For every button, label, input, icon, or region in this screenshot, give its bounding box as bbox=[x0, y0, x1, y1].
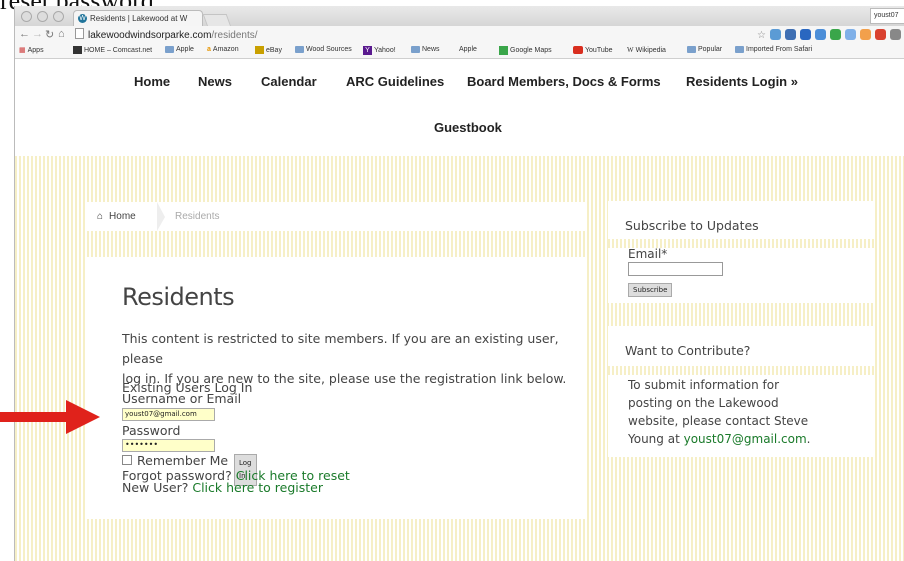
folder-icon bbox=[295, 46, 304, 53]
widget-band bbox=[608, 366, 874, 375]
site-header: Home News Calendar ARC Guidelines Board … bbox=[15, 59, 904, 157]
apps-grid-icon: ▦ bbox=[19, 47, 26, 54]
password-label: Password bbox=[122, 423, 181, 438]
maps-icon bbox=[499, 46, 508, 55]
breadcrumb-separator bbox=[157, 202, 165, 231]
zoom-window-button[interactable] bbox=[53, 11, 64, 22]
bookmark-imported[interactable]: Imported From Safari bbox=[735, 46, 812, 53]
menu-arc-guidelines[interactable]: ARC Guidelines bbox=[346, 74, 444, 89]
extension-icon[interactable] bbox=[815, 29, 826, 40]
email-label: Email* bbox=[628, 247, 668, 261]
forward-arrow-icon[interactable]: → bbox=[32, 28, 43, 40]
bookmark-yahoo[interactable]: Y Yahoo! bbox=[363, 46, 396, 55]
extension-icons: ☆ bbox=[757, 29, 901, 42]
back-arrow-icon[interactable]: ← bbox=[19, 28, 30, 40]
menu-board-members[interactable]: Board Members, Docs & Forms bbox=[467, 74, 661, 89]
page-title: Residents bbox=[122, 283, 235, 311]
navigation-bar: ← → ↻ ⌂ lakewoodwindsorparke.com/residen… bbox=[15, 26, 904, 43]
youtube-icon bbox=[573, 46, 583, 54]
folder-icon bbox=[165, 46, 174, 53]
breadcrumb-current: Residents bbox=[175, 211, 220, 222]
password-field[interactable]: ••••••• bbox=[122, 439, 215, 452]
address-bar[interactable]: lakewoodwindsorparke.com/residents/ ☆ bbox=[75, 28, 904, 41]
remember-me-checkbox[interactable] bbox=[122, 455, 132, 465]
bookmark-star-icon[interactable]: ☆ bbox=[757, 29, 766, 42]
folder-icon bbox=[735, 46, 744, 53]
bookmark-youtube[interactable]: YouTube bbox=[573, 46, 613, 54]
bookmark-ebay[interactable]: eBay bbox=[255, 46, 282, 54]
menu-home[interactable]: Home bbox=[134, 74, 170, 89]
yahoo-icon: Y bbox=[363, 46, 372, 55]
extension-icon[interactable] bbox=[770, 29, 781, 40]
bookmark-apple-2[interactable]: Apple bbox=[457, 46, 477, 53]
contact-email-link[interactable]: youst07@gmail.com bbox=[684, 432, 807, 446]
contribute-text: To submit information for posting on the… bbox=[628, 378, 811, 446]
comcast-icon bbox=[73, 46, 82, 54]
annotation-arrow bbox=[0, 400, 100, 434]
page-viewport: Home News Calendar ARC Guidelines Board … bbox=[15, 59, 904, 561]
extension-icon[interactable] bbox=[890, 29, 901, 40]
bookmark-news[interactable]: News bbox=[411, 46, 440, 53]
tab-title: Residents | Lakewood at W bbox=[90, 14, 188, 23]
bookmark-comcast[interactable]: HOME – Comcast.net bbox=[73, 46, 152, 54]
breadcrumb: ⌂ Home Residents bbox=[85, 202, 585, 231]
browser-tab[interactable]: W Residents | Lakewood at W bbox=[73, 10, 203, 26]
menu-calendar[interactable]: Calendar bbox=[261, 74, 317, 89]
browser-window: W Residents | Lakewood at W youst07 ← → … bbox=[14, 6, 904, 561]
bookmark-wood-sources[interactable]: Wood Sources bbox=[295, 46, 352, 53]
bookmark-google-maps[interactable]: Google Maps bbox=[499, 46, 552, 55]
bookmark-apple[interactable]: Apple bbox=[165, 46, 194, 53]
url-path: /residents/ bbox=[211, 30, 258, 41]
extension-icon[interactable] bbox=[830, 29, 841, 40]
bookmark-amazon[interactable]: a Amazon bbox=[207, 46, 239, 53]
house-icon: ⌂ bbox=[97, 211, 104, 222]
register-row: New User? Click here to register bbox=[122, 480, 323, 495]
subscribe-button[interactable]: Subscribe bbox=[628, 283, 673, 297]
user-badge[interactable]: youst07 bbox=[870, 8, 904, 24]
subscribe-widget: Subscribe to Updates Email* Subscribe bbox=[608, 201, 874, 303]
contribute-widget: Want to Contribute? To submit informatio… bbox=[608, 326, 874, 457]
folder-icon bbox=[687, 46, 696, 53]
bookmark-popular[interactable]: Popular bbox=[687, 46, 722, 53]
window-controls bbox=[21, 11, 64, 22]
bookmarks-bar: ▦ Apps HOME – Comcast.net Apple a Amazon e… bbox=[15, 43, 904, 59]
extension-icon[interactable] bbox=[800, 29, 811, 40]
menu-residents-login[interactable]: Residents Login » bbox=[686, 74, 798, 89]
page-icon bbox=[75, 28, 84, 39]
ebay-icon bbox=[255, 46, 264, 54]
bookmark-apps[interactable]: ▦ Apps bbox=[19, 46, 44, 55]
extension-icon[interactable] bbox=[785, 29, 796, 40]
subscribe-email-field[interactable] bbox=[628, 262, 723, 276]
wordpress-icon: W bbox=[78, 14, 87, 23]
remember-me-row: Remember Me bbox=[122, 454, 228, 467]
username-label: Username or Email bbox=[122, 391, 242, 406]
minimize-window-button[interactable] bbox=[37, 11, 48, 22]
extension-icon[interactable] bbox=[860, 29, 871, 40]
username-field[interactable]: youst07@gmail.com bbox=[122, 408, 215, 421]
striped-background: ⌂ Home Residents Residents This content i… bbox=[15, 156, 904, 561]
subscribe-title: Subscribe to Updates bbox=[625, 218, 759, 233]
url-host: lakewoodwindsorparke.com bbox=[88, 30, 212, 41]
wikipedia-icon: W bbox=[627, 46, 634, 54]
close-window-button[interactable] bbox=[21, 11, 32, 22]
breadcrumb-home[interactable]: ⌂ Home bbox=[97, 211, 136, 222]
title-bar: W Residents | Lakewood at W youst07 bbox=[15, 6, 904, 27]
amazon-icon: a bbox=[207, 46, 211, 53]
folder-icon bbox=[411, 46, 420, 53]
extension-icon[interactable] bbox=[875, 29, 886, 40]
menu-news[interactable]: News bbox=[198, 74, 232, 89]
menu-guestbook[interactable]: Guestbook bbox=[434, 120, 502, 135]
bookmark-wikipedia[interactable]: W Wikipedia bbox=[627, 46, 666, 54]
register-link[interactable]: Click here to register bbox=[192, 480, 323, 495]
reload-icon[interactable]: ↻ bbox=[45, 28, 54, 41]
extension-icon[interactable] bbox=[845, 29, 856, 40]
home-icon[interactable]: ⌂ bbox=[58, 28, 65, 40]
main-content: Residents This content is restricted to … bbox=[85, 257, 585, 519]
contribute-title: Want to Contribute? bbox=[625, 343, 751, 358]
